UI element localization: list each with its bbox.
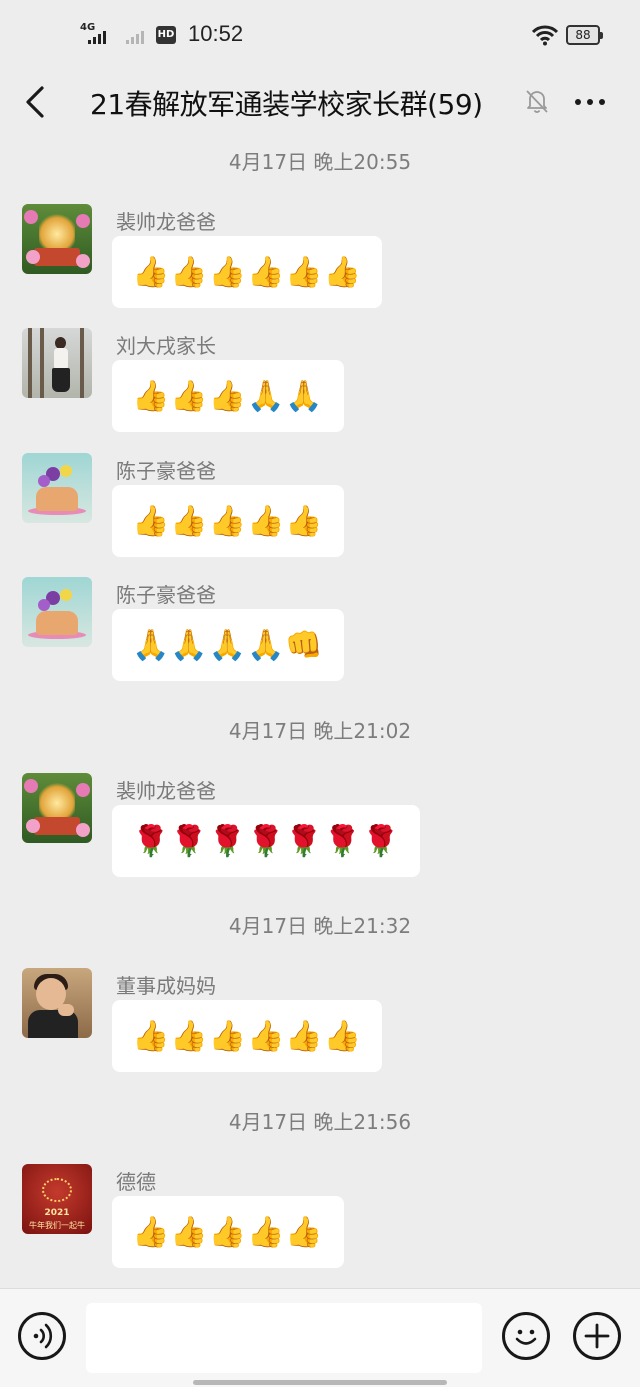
- wifi-icon: [532, 25, 558, 46]
- cake-flowers-avatar[interactable]: [22, 453, 92, 523]
- message-bubble[interactable]: 👍👍👍🙏🙏: [112, 360, 344, 432]
- message-list[interactable]: 4月17日 晚上20:55 裴帅龙爸爸 👍👍👍👍👍👍 刘大戌家长 👍👍👍🙏🙏 陈…: [0, 142, 640, 1288]
- status-bar: 4G HD 10:52 88: [0, 0, 640, 70]
- shrine-avatar[interactable]: [22, 773, 92, 843]
- new-year-avatar[interactable]: 2021 牛年我们一起牛: [22, 1164, 92, 1234]
- message-timestamp: 4月17日 晚上21:32: [228, 914, 412, 938]
- battery-icon: 88: [566, 25, 603, 45]
- message-bubble[interactable]: 🙏🙏🙏🙏👊: [112, 609, 344, 681]
- message-bubble[interactable]: 🌹🌹🌹🌹🌹🌹🌹: [112, 805, 421, 877]
- chat-header: 21春解放军通装学校家长群(59): [0, 70, 640, 142]
- boy-photo-avatar[interactable]: [22, 968, 92, 1038]
- sender-name: 陈子豪爸爸: [116, 459, 216, 483]
- voice-input-button[interactable]: [18, 1312, 66, 1360]
- emoji-button[interactable]: [502, 1312, 550, 1360]
- shrine-avatar[interactable]: [22, 204, 92, 274]
- message-bubble[interactable]: 👍👍👍👍👍: [112, 485, 344, 557]
- chat-title: 21春解放军通装学校家长群(59): [90, 88, 483, 121]
- home-indicator[interactable]: [193, 1380, 447, 1385]
- voice-wave-icon: [33, 1323, 53, 1349]
- input-bar: [0, 1288, 640, 1387]
- sender-name: 陈子豪爸爸: [116, 583, 216, 607]
- avatar-year: 2021: [44, 1208, 70, 1218]
- message-bubble[interactable]: 👍👍👍👍👍👍: [112, 236, 383, 308]
- message-timestamp: 4月17日 晚上21:02: [228, 719, 412, 743]
- woman-photo-avatar[interactable]: [22, 328, 92, 398]
- signal-icon-secondary: [126, 30, 144, 44]
- message-input[interactable]: [86, 1303, 482, 1373]
- more-options-icon[interactable]: [570, 84, 610, 120]
- signal-icon: [88, 30, 106, 44]
- clock: 10:52: [188, 21, 244, 46]
- avatar-slogan: 牛年我们一起牛: [29, 1221, 85, 1230]
- mute-bell-icon: [526, 90, 548, 113]
- back-arrow-icon[interactable]: [18, 82, 58, 122]
- hd-icon: HD: [156, 26, 176, 44]
- sender-name: 董事成妈妈: [116, 974, 216, 998]
- message-timestamp: 4月17日 晚上21:56: [228, 1110, 412, 1134]
- more-functions-button[interactable]: [573, 1312, 621, 1360]
- smiley-icon: [515, 1329, 537, 1345]
- sender-name: 德德: [116, 1170, 156, 1194]
- cake-flowers-avatar[interactable]: [22, 577, 92, 647]
- message-timestamp: 4月17日 晚上20:55: [228, 150, 412, 174]
- message-bubble[interactable]: 👍👍👍👍👍: [112, 1196, 344, 1268]
- sender-name: 裴帅龙爸爸: [116, 210, 216, 234]
- sender-name: 裴帅龙爸爸: [116, 779, 216, 803]
- sender-name: 刘大戌家长: [116, 334, 216, 358]
- message-bubble[interactable]: 👍👍👍👍👍👍: [112, 1000, 383, 1072]
- plus-icon: [584, 1323, 610, 1349]
